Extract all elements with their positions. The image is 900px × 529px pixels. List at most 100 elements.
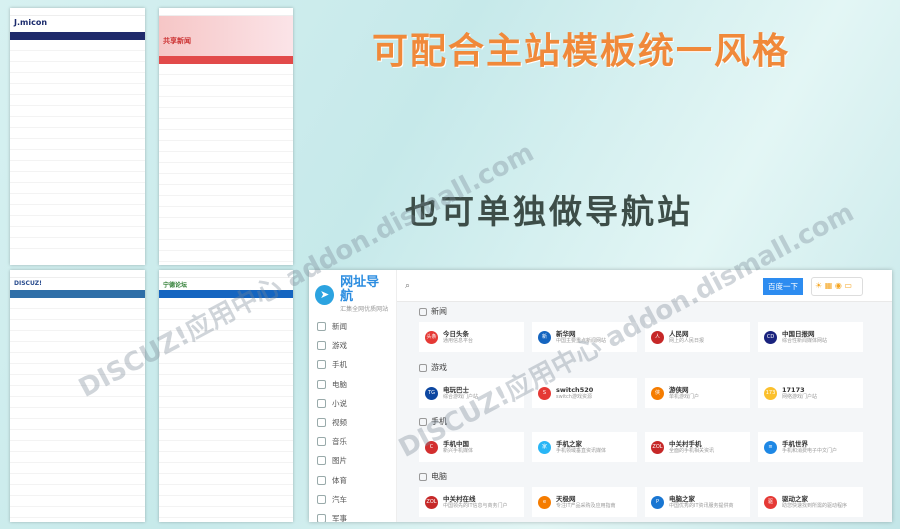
- section-header: 电脑: [419, 471, 447, 482]
- nav-item-label: 电脑: [332, 379, 347, 389]
- logo-title: 网址导航: [340, 275, 380, 304]
- nav-item-label: 体育: [332, 475, 347, 485]
- thumbnail-theme-4: 宁德论坛: [159, 270, 293, 522]
- site-desc: 单机游戏门户: [669, 393, 700, 400]
- thumb2-logo: 共享新闻: [159, 16, 293, 56]
- site-desc: 中国主要重点新闻网站: [556, 337, 607, 344]
- site-name: 今日头条: [443, 329, 469, 338]
- site-logo-icon: 家: [538, 440, 551, 454]
- site-name: 中关村手机: [669, 439, 702, 448]
- headline-standalone: 也可单独做导航站: [405, 192, 693, 231]
- section-icon: [419, 472, 427, 481]
- nav-item-2[interactable]: 手机: [309, 355, 396, 374]
- site-name: switch520: [556, 385, 594, 394]
- nav-icon: [317, 494, 326, 504]
- site-logo-icon: 头条: [425, 330, 438, 344]
- site-card[interactable]: 驱驱动之家 助您快速找到所需的驱动程序: [758, 487, 863, 517]
- section-header: 新闻: [419, 306, 447, 317]
- site-logo-icon: ≡: [764, 440, 777, 454]
- nav-icon: [317, 360, 326, 370]
- site-logo-icon: 侠: [651, 386, 664, 400]
- nav-icon: [317, 379, 326, 389]
- nav-icon: [317, 418, 326, 428]
- site-card[interactable]: ≡ 手机世界 手机和消费电子中文门户: [758, 432, 863, 462]
- nav-item-label: 游戏: [332, 341, 347, 351]
- site-card[interactable]: 家手机之家 手机领域垂直资讯媒体: [532, 432, 637, 462]
- site-logo-icon: CD: [764, 330, 777, 344]
- site-logo-icon: e: [538, 495, 551, 509]
- site-name: 游侠网: [669, 385, 689, 394]
- thumbnail-theme-3: DISCUZ!: [10, 270, 145, 522]
- section-icon: [419, 417, 427, 426]
- nav-item-7[interactable]: 图片: [309, 451, 396, 470]
- site-logo-icon: 人: [651, 330, 664, 344]
- site-name: 17173: [782, 385, 805, 394]
- nav-item-10[interactable]: 军事: [309, 509, 396, 522]
- section-header: 手机: [419, 416, 447, 427]
- section-icon: [419, 307, 427, 316]
- site-card[interactable]: ZOL 中关村在线 中国领先的IT信息与商务门户: [419, 487, 524, 517]
- thumb3-logo: DISCUZ!: [14, 280, 42, 287]
- site-card[interactable]: CD 中国日报网 综合性新闻媒体网站: [758, 322, 863, 352]
- nav-item-label: 小说: [332, 398, 347, 408]
- nav-item-label: 音乐: [332, 437, 347, 447]
- site-logo-icon: 173: [764, 386, 777, 400]
- site-name: 电玩巴士: [443, 385, 469, 394]
- site-card[interactable]: Sswitch520 switch游戏资源: [532, 378, 637, 408]
- thumbnail-theme-2: 共享新闻: [159, 8, 293, 265]
- site-card[interactable]: C 手机中国 新兴手机媒体: [419, 432, 524, 462]
- site-desc: 助您快速找到所需的驱动程序: [782, 502, 848, 509]
- site-card[interactable]: 人人民网 网上的人民日报: [645, 322, 750, 352]
- sidebar: ➤ 网址导航 汇集全网优质网站 新闻游戏手机电脑小说视频音乐图片体育汽车军事: [309, 270, 397, 522]
- site-card[interactable]: 头条 今日头条 通用信息平台: [419, 322, 524, 352]
- baidu-search-button[interactable]: 百度一下: [763, 278, 803, 295]
- logo-subtitle: 汇集全网优质网站: [340, 306, 389, 313]
- site-logo-icon: TG: [425, 386, 438, 400]
- site-name: 人民网: [669, 329, 689, 338]
- site-desc: 网络游戏门户站: [782, 393, 818, 400]
- site-desc: 网上的人民日报: [669, 337, 705, 344]
- site-desc: 全面的手机相关资讯: [669, 447, 715, 454]
- nav-item-5[interactable]: 视频: [309, 413, 396, 432]
- category-nav: 新闻游戏手机电脑小说视频音乐图片体育汽车军事: [309, 317, 396, 522]
- toolbar-icons[interactable]: ☀ ▦ ◉ ▭: [811, 277, 863, 296]
- site-card[interactable]: 173 17173 网络游戏门户站: [758, 378, 863, 408]
- site-card[interactable]: TG 电玩巴士 综合游戏门户站: [419, 378, 524, 408]
- site-name: 中关村在线: [443, 494, 476, 503]
- site-card[interactable]: e 天极网 专注IT产品采购及应用指南: [532, 487, 637, 517]
- nav-item-label: 手机: [332, 360, 347, 370]
- nav-item-label: 图片: [332, 456, 347, 466]
- site-name: 天极网: [556, 494, 576, 503]
- site-name: 新华网: [556, 329, 576, 338]
- site-card[interactable]: P 电脑之家 中国优秀的IT资讯服务提供商: [645, 487, 750, 517]
- search-icon[interactable]: ⌕: [405, 281, 410, 291]
- site-card[interactable]: 侠游侠网 单机游戏门户: [645, 378, 750, 408]
- nav-item-label: 汽车: [332, 494, 347, 504]
- nav-item-4[interactable]: 小说: [309, 394, 396, 413]
- site-name: 手机世界: [782, 439, 808, 448]
- site-card[interactable]: ZOL 中关村手机 全面的手机相关资讯: [645, 432, 750, 462]
- site-desc: 综合性新闻媒体网站: [782, 337, 828, 344]
- nav-item-label: 视频: [332, 418, 347, 428]
- thumbnail-theme-1: J.micon: [10, 8, 145, 265]
- nav-item-9[interactable]: 汽车: [309, 490, 396, 509]
- section-title: 游戏: [431, 363, 447, 372]
- thumb4-logo: 宁德论坛: [163, 282, 188, 289]
- site-card[interactable]: 新新华网 中国主要重点新闻网站: [532, 322, 637, 352]
- nav-icon: [317, 437, 326, 447]
- site-desc: switch游戏资源: [556, 393, 592, 400]
- site-name: 手机之家: [556, 439, 582, 448]
- nav-item-0[interactable]: 新闻: [309, 317, 396, 336]
- site-logo-icon: P: [651, 495, 664, 509]
- nav-item-8[interactable]: 体育: [309, 471, 396, 490]
- nav-item-3[interactable]: 电脑: [309, 375, 396, 394]
- site-logo-icon: 新: [538, 330, 551, 344]
- site-name: 中国日报网: [782, 329, 815, 338]
- thumb1-logo: J.micon: [14, 18, 48, 27]
- site-logo-icon: ZOL: [651, 440, 664, 454]
- nav-item-6[interactable]: 音乐: [309, 432, 396, 451]
- nav-icon: [317, 513, 326, 522]
- nav-item-1[interactable]: 游戏: [309, 336, 396, 355]
- site-logo[interactable]: ➤ 网址导航 汇集全网优质网站: [309, 270, 396, 317]
- site-name: 驱动之家: [782, 494, 808, 503]
